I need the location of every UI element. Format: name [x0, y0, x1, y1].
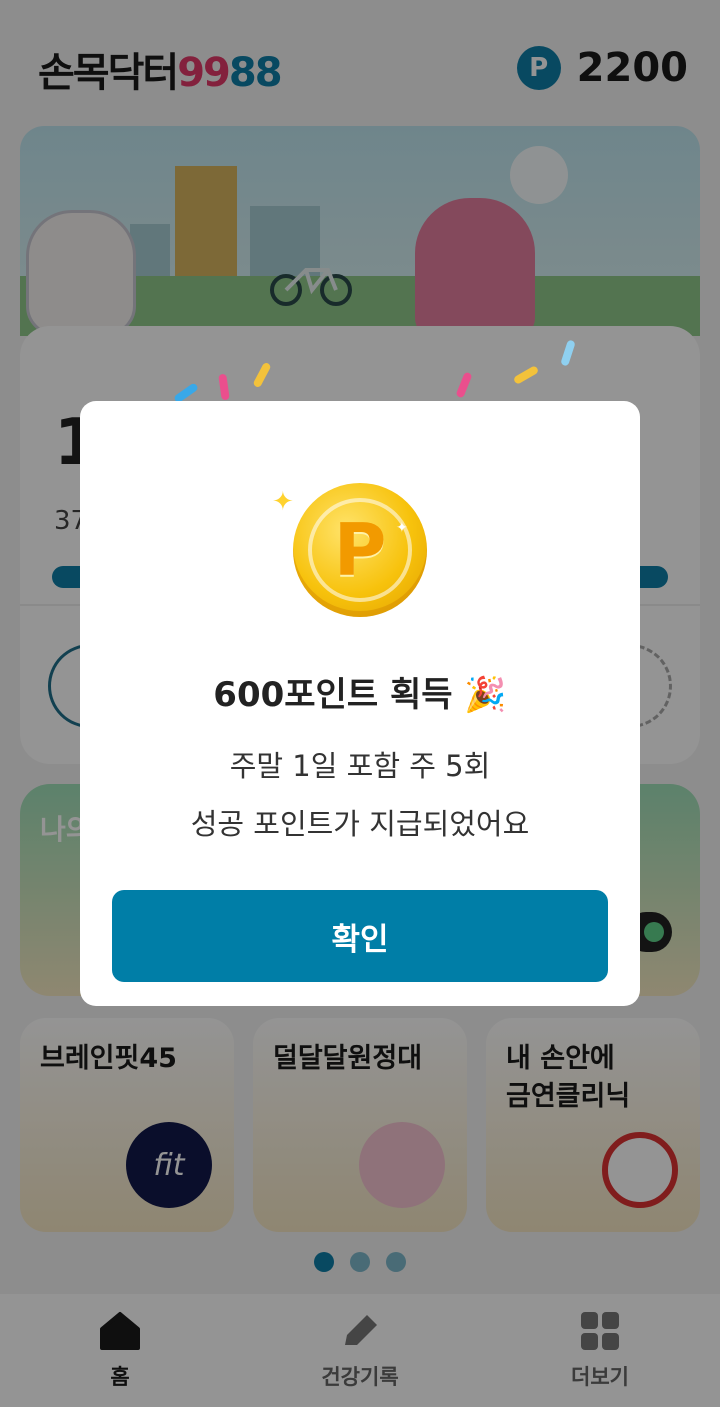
dialog-title: 600포인트 획득 🎉 — [213, 675, 507, 715]
sparkle-icon: ✦ — [272, 487, 294, 517]
dialog-message-line: 성공 포인트가 지급되었어요 — [190, 807, 530, 841]
confirm-button[interactable]: 확인 — [112, 890, 608, 982]
coin-letter: P — [308, 498, 412, 602]
sparkle-icon: ✦ — [396, 520, 408, 536]
dialog-message-line: 주말 1일 포함 주 5회 — [229, 749, 491, 783]
point-coin-icon: P — [293, 483, 427, 617]
points-reward-dialog: ✦ P ✦ 600포인트 획득 🎉 주말 1일 포함 주 5회 성공 포인트가 … — [80, 401, 640, 1006]
